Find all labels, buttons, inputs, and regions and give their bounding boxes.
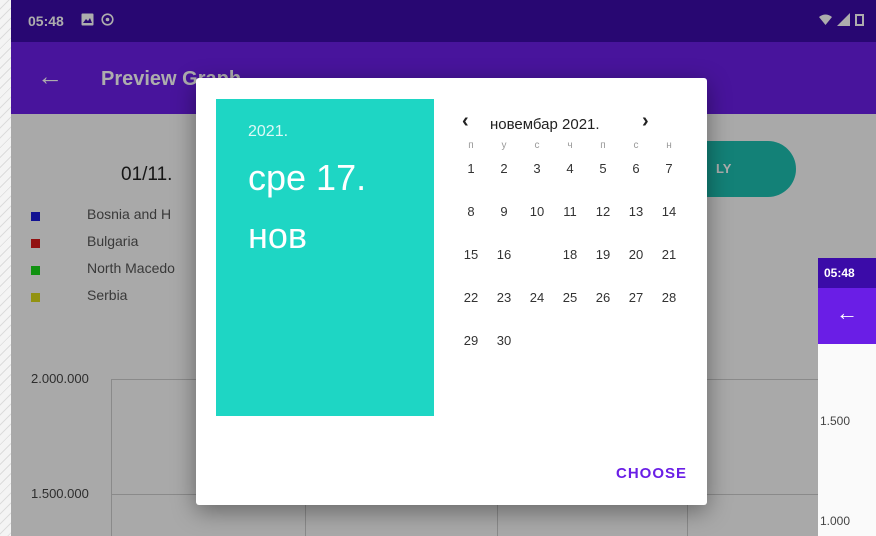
previous-month-icon[interactable]: ‹: [462, 110, 469, 133]
calendar: ‹ новембар 2021. › пусчпсн 1 2 3 4 5 6 7 8 9 10 11…: [458, 108, 690, 356]
calendar-day[interactable]: 11: [557, 199, 583, 225]
calendar-day[interactable]: 14: [656, 199, 682, 225]
date-picker-dialog: 2021. сре 17. нов ‹ новембар 2021. › п у с…: [196, 78, 707, 505]
calendar-day[interactable]: 16: [491, 242, 517, 268]
second-back-arrow-icon[interactable]: ←: [836, 300, 858, 326]
calendar-day[interactable]: 12: [590, 199, 616, 225]
calendar-day[interactable]: 23: [491, 285, 517, 311]
calendar-day[interactable]: 1: [458, 156, 484, 182]
second-app-bar: ←: [818, 288, 876, 344]
calendar-day[interactable]: 25: [557, 285, 583, 311]
next-month-icon[interactable]: ›: [642, 110, 649, 133]
calendar-day[interactable]: 19: [590, 242, 616, 268]
calendar-day[interactable]: 27: [623, 285, 649, 311]
calendar-day[interactable]: 20: [623, 242, 649, 268]
weekday-header: пусчпсн: [458, 140, 690, 156]
weekday-label: н: [666, 140, 672, 151]
selected-year[interactable]: 2021.: [248, 123, 288, 141]
calendar-day[interactable]: 28: [656, 285, 682, 311]
calendar-day[interactable]: 10: [524, 199, 550, 225]
second-y-axis-label: 1.500: [820, 414, 851, 428]
weekday-label: ч: [567, 140, 573, 151]
date-picker-header: 2021. сре 17. нов: [216, 99, 434, 416]
calendar-header: ‹ новембар 2021. ›: [458, 108, 690, 138]
calendar-day[interactable]: 3: [524, 156, 550, 182]
weekday-label: у: [501, 140, 507, 151]
second-y-axis-label: 1.000: [820, 514, 851, 528]
calendar-day[interactable]: 26: [590, 285, 616, 311]
second-status-bar: 05:48: [818, 258, 876, 288]
calendar-day[interactable]: 15: [458, 242, 484, 268]
calendar-day[interactable]: 24: [524, 285, 550, 311]
selected-date: сре 17. нов: [248, 157, 367, 256]
second-status-time: 05:48: [824, 266, 855, 280]
day-grid: 1 2 3 4 5 6 7 8 9 10 11 12 13 14 15 16 17 18 19 20 21 22 23 24 2…: [458, 156, 690, 356]
calendar-day[interactable]: 30: [491, 328, 517, 354]
weekday-label: п: [468, 140, 474, 151]
second-device-screen: 05:48 ← 1.500 1.000: [818, 258, 876, 536]
month-label: новембар 2021.: [490, 116, 600, 133]
calendar-day[interactable]: 21: [656, 242, 682, 268]
calendar-day[interactable]: 6: [623, 156, 649, 182]
calendar-day[interactable]: 4: [557, 156, 583, 182]
calendar-day[interactable]: 22: [458, 285, 484, 311]
weekday-label: с: [534, 140, 540, 151]
calendar-day-selected[interactable]: 17: [517, 235, 557, 275]
calendar-day[interactable]: 2: [491, 156, 517, 182]
choose-button[interactable]: CHOOSE: [616, 465, 687, 482]
weekday-label: п: [600, 140, 606, 151]
calendar-day[interactable]: 13: [623, 199, 649, 225]
calendar-day[interactable]: 9: [491, 199, 517, 225]
calendar-day[interactable]: 7: [656, 156, 682, 182]
calendar-day[interactable]: 5: [590, 156, 616, 182]
calendar-day[interactable]: 18: [557, 242, 583, 268]
calendar-day[interactable]: 8: [458, 199, 484, 225]
weekday-label: с: [633, 140, 639, 151]
calendar-day[interactable]: 29: [458, 328, 484, 354]
